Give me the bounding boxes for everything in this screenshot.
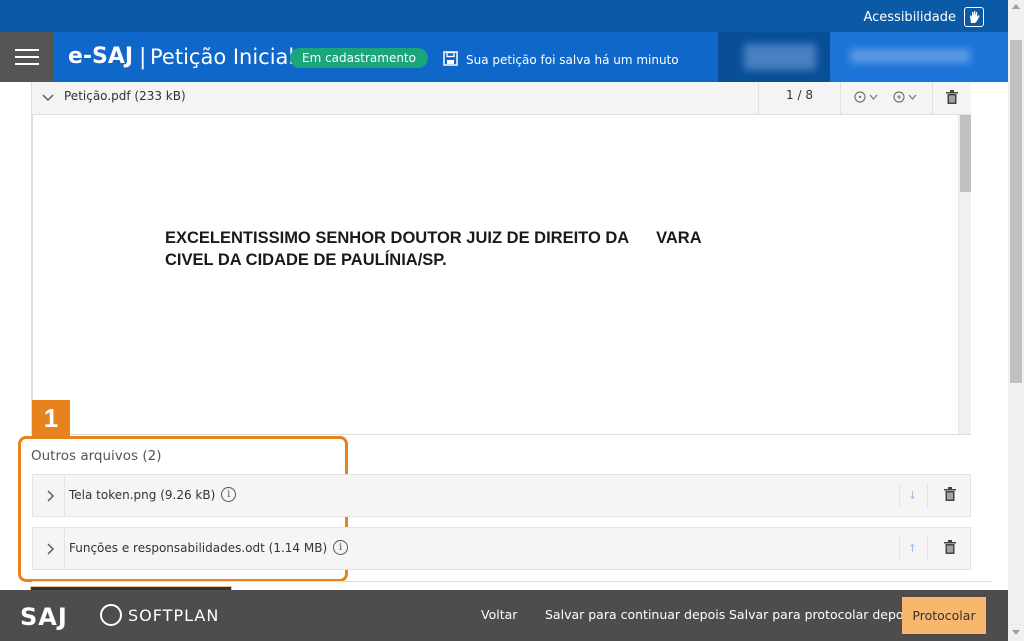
trash-icon [943, 539, 956, 558]
pdf-scrollbar[interactable] [958, 115, 971, 434]
page-indicator: 1 / 8 [758, 82, 840, 115]
pdf-page-content: EXCELENTISSIMO SENHOR DOUTOR JUIZ DE DIR… [165, 229, 702, 269]
file-name: Funções e responsabilidades.odt (1.14 MB… [69, 540, 349, 555]
delete-file-button[interactable] [927, 483, 971, 508]
save-continue-later-button[interactable]: Salvar para continuar depois [545, 607, 725, 622]
file-name-text: Funções e responsabilidades.odt (1.14 MB… [69, 540, 328, 555]
back-button[interactable]: Voltar [481, 607, 517, 622]
app-brand[interactable]: e-SAJ [68, 44, 133, 69]
accessibility-bar: Acessibilidade [0, 0, 1008, 32]
saj-logo: SAJ [20, 603, 68, 631]
file-name: Tela token.png (9.26 kB) i [69, 487, 237, 502]
arrow-up-icon: ↑ [907, 542, 918, 555]
scroll-down-arrow-icon[interactable] [1012, 630, 1020, 635]
chevron-right-icon[interactable] [37, 475, 65, 516]
save-status: Sua petição foi salva há um minuto [443, 51, 679, 69]
file-row[interactable]: Funções e responsabilidades.odt (1.14 MB… [32, 527, 971, 570]
divider [32, 581, 992, 582]
save-status-text: Sua petição foi salva há um minuto [466, 53, 679, 67]
menu-line [15, 63, 39, 65]
file-name-text: Tela token.png (9.26 kB) [69, 487, 216, 502]
accessibility-label: Acessibilidade [863, 9, 956, 25]
floppy-disk-icon [443, 51, 458, 69]
trash-icon [946, 89, 958, 108]
delete-file-button[interactable] [927, 536, 971, 561]
arrow-down-icon: ↓ [907, 489, 918, 502]
footer-bar: SAJ SOFTPLAN Voltar Salvar para continua… [0, 590, 1008, 641]
user-avatar-redacted [744, 44, 816, 70]
info-icon[interactable]: i [333, 540, 349, 555]
scroll-up-arrow-icon[interactable] [1012, 4, 1020, 9]
softplan-logo: SOFTPLAN [100, 604, 219, 626]
file-row[interactable]: Tela token.png (9.26 kB) i ↓ [32, 474, 971, 517]
save-protocol-later-button[interactable]: Salvar para protocolar depois [729, 607, 914, 622]
chevron-right-icon[interactable] [37, 528, 65, 569]
rotate-right-icon[interactable] [892, 90, 920, 108]
status-badge: Em cadastramento [290, 48, 428, 68]
rotate-left-icon[interactable] [853, 90, 881, 108]
user-name-redacted [830, 32, 1008, 82]
menu-line [15, 56, 39, 58]
chevron-down-icon[interactable] [38, 88, 58, 108]
user-info[interactable] [718, 32, 1008, 82]
softplan-logo-text: SOFTPLAN [128, 605, 220, 625]
page-scrollbar-thumb[interactable] [1010, 40, 1022, 383]
annotation-marker: 1 [32, 400, 70, 437]
other-files-title: Outros arquivos (2) [31, 448, 162, 464]
title-separator: | [139, 45, 147, 70]
hand-sign-icon [964, 7, 984, 27]
menu-line [15, 49, 39, 51]
page-title: Petição Inicial [150, 45, 295, 69]
accessibility-link[interactable]: Acessibilidade [863, 7, 984, 27]
rotate-controls [840, 82, 932, 115]
pdf-viewer[interactable]: EXCELENTISSIMO SENHOR DOUTOR JUIZ DE DIR… [32, 115, 971, 435]
move-up-button[interactable]: ↑ [899, 536, 925, 561]
pdf-toolbar: Petição.pdf (233 kB) 1 / 8 [32, 82, 971, 115]
pdf-file-name: Petição.pdf (233 kB) [64, 89, 186, 103]
trash-icon [943, 486, 956, 505]
softplan-mark-icon [100, 604, 122, 626]
pdf-scrollbar-thumb[interactable] [960, 115, 971, 192]
info-icon[interactable]: i [221, 487, 237, 502]
app-header: e-SAJ | Petição Inicial Em cadastramento… [0, 32, 1008, 82]
move-down-button[interactable]: ↓ [899, 483, 925, 508]
protocol-button[interactable]: Protocolar [902, 597, 986, 634]
hamburger-menu-button[interactable] [0, 32, 54, 82]
delete-pdf-button[interactable] [932, 82, 971, 115]
